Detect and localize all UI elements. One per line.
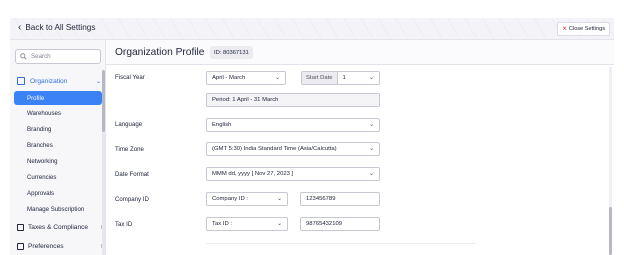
sidebar-item-profile[interactable]: Profile (14, 91, 102, 105)
language-select[interactable]: English ⌄ (206, 118, 380, 132)
company-id-type-value: Company ID : (212, 196, 249, 202)
time-zone-value: (GMT 5:30) India Standard Time (Asia/Cal… (212, 146, 337, 152)
start-date-select[interactable]: Start Date 1 ⌄ (301, 71, 380, 85)
sidebar-item-manage-subscription[interactable]: Manage Subscription (27, 206, 84, 213)
divider (206, 243, 476, 244)
close-label: Close Settings (568, 26, 605, 32)
back-label: Back to All Settings (25, 23, 96, 32)
tax-id-input[interactable]: 98765432109 (300, 217, 380, 231)
back-to-settings-link[interactable]: ‹ Back to All Settings (18, 21, 96, 33)
main-panel: Organization Profile ID: 80367131 Fiscal… (106, 40, 614, 255)
language-label: Language (115, 121, 143, 128)
company-id-input[interactable]: 123456789 (300, 192, 380, 206)
fiscal-period-field: Period: 1 April - 31 March (206, 93, 380, 107)
sidebar-section-label: Organization (30, 77, 68, 85)
time-zone-select[interactable]: (GMT 5:30) India Standard Time (Asia/Cal… (206, 142, 380, 156)
sidebar-scrollbar[interactable] (102, 70, 105, 255)
org-id-badge: ID: 80367131 (210, 46, 253, 59)
search-input[interactable]: Search (15, 49, 101, 64)
chevron-down-icon: ⌄ (368, 122, 374, 128)
tax-id-label: Tax ID (115, 221, 133, 228)
company-id-label: Company ID (115, 196, 149, 203)
date-format-select[interactable]: MMM dd, yyyy [ Nov 27, 2023 ] ⌄ (206, 167, 380, 181)
chevron-down-icon: ⌄ (368, 171, 374, 177)
chevron-down-icon: ⌄ (368, 75, 374, 81)
company-id-value: 123456789 (306, 196, 336, 202)
tax-id-type-select[interactable]: Tax ID : ⌄ (206, 217, 288, 231)
page-header: Organization Profile ID: 80367131 (106, 40, 614, 65)
fiscal-year-value: April - March (212, 75, 246, 81)
sidebar-item-warehouses[interactable]: Warehouses (27, 110, 61, 117)
taxes-icon (17, 224, 24, 231)
main-scrollbar[interactable] (609, 67, 612, 255)
close-icon: × (562, 24, 567, 33)
tax-id-value: 98765432109 (306, 221, 343, 227)
sidebar-section-organization[interactable]: Organization ⌄ (17, 76, 101, 86)
date-format-value: MMM dd, yyyy [ Nov 27, 2023 ] (212, 171, 294, 177)
sidebar-item-networking[interactable]: Networking (27, 158, 57, 165)
fiscal-period-text: Period: 1 April - 31 March (212, 97, 279, 103)
fiscal-year-label: Fiscal Year (115, 74, 145, 81)
close-settings-button[interactable]: × Close Settings (557, 22, 610, 36)
start-date-label: Start Date (302, 72, 338, 84)
preferences-icon (17, 243, 24, 250)
chevron-down-icon: ⌄ (368, 146, 374, 152)
sidebar-group-label: Taxes & Compliance (28, 224, 89, 231)
sidebar-group-preferences[interactable]: Preferences › (17, 243, 103, 250)
company-id-type-select[interactable]: Company ID : ⌄ (206, 192, 288, 206)
time-zone-label: Time Zone (115, 146, 144, 153)
tax-id-type-value: Tax ID : (212, 221, 232, 227)
search-icon (20, 53, 27, 60)
page-title: Organization Profile (115, 47, 205, 58)
date-format-label: Date Format (115, 171, 149, 178)
search-placeholder: Search (31, 53, 51, 60)
start-date-value: 1 (342, 75, 346, 81)
language-value: English (212, 122, 232, 128)
sidebar-group-label: Preferences (28, 243, 64, 250)
sidebar: Search Organization ⌄ Profile Warehouses… (10, 40, 106, 255)
chevron-left-icon: ‹ (18, 21, 22, 33)
sidebar-group-taxes-compliance[interactable]: Taxes & Compliance › (17, 224, 103, 231)
sidebar-item-currencies[interactable]: Currencies (27, 174, 56, 181)
sidebar-item-approvals[interactable]: Approvals (27, 190, 54, 197)
top-bar: ‹ Back to All Settings × Close Settings (10, 18, 614, 40)
chevron-down-icon: ⌄ (274, 75, 280, 81)
sidebar-item-branding[interactable]: Branding (27, 126, 51, 133)
fiscal-year-select[interactable]: April - March ⌄ (206, 71, 286, 85)
chevron-down-icon: ⌄ (276, 221, 282, 227)
sidebar-item-branches[interactable]: Branches (27, 142, 53, 149)
organization-icon (17, 77, 25, 85)
chevron-down-icon: ⌄ (95, 78, 101, 85)
chevron-down-icon: ⌄ (276, 196, 282, 202)
